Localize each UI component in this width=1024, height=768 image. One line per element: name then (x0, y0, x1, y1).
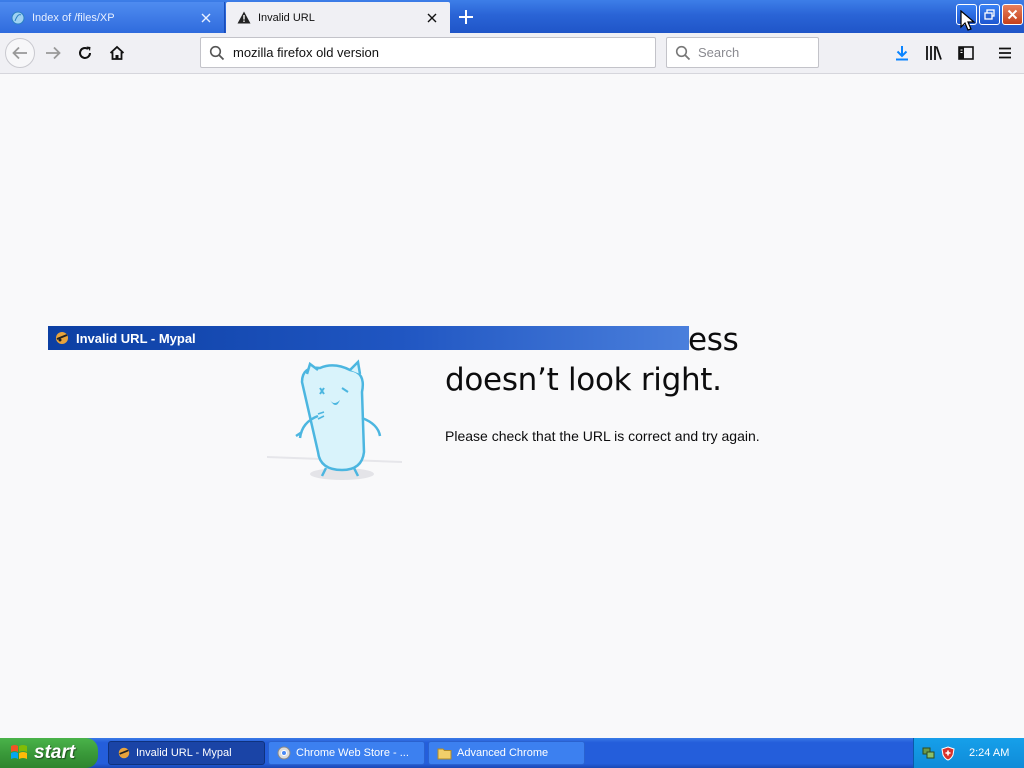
close-window-button[interactable] (1002, 4, 1023, 25)
search-icon (675, 45, 691, 60)
system-tray: 2:24 AM (913, 738, 1024, 768)
start-label: start (34, 742, 76, 763)
close-icon[interactable] (198, 10, 214, 26)
reload-button[interactable] (70, 38, 100, 68)
tab-label: Index of /files/XP (32, 11, 115, 24)
chrome-icon (277, 746, 291, 760)
mypal-icon (56, 332, 68, 344)
error-illustration (262, 352, 412, 487)
tab-invalid-url[interactable]: Invalid URL (226, 2, 450, 33)
arrow-left-icon (12, 46, 27, 60)
error-description: Please check that the URL is correct and… (445, 428, 760, 444)
forward-button[interactable] (38, 38, 68, 68)
back-button[interactable] (5, 38, 35, 68)
download-icon (896, 46, 908, 61)
taskbar-item-mypal[interactable]: Invalid URL - Mypal (108, 741, 265, 765)
library-button[interactable] (923, 42, 945, 64)
window-titlebar: Index of /files/XP Invalid URL (0, 0, 1024, 33)
search-icon (209, 45, 225, 60)
mouse-cursor-icon (960, 10, 976, 31)
navigation-toolbar: mozilla firefox old version Search (0, 33, 1024, 74)
home-button[interactable] (102, 38, 132, 68)
floating-window-title: Invalid URL - Mypal (76, 330, 196, 346)
start-button[interactable]: start (0, 738, 98, 768)
close-icon[interactable] (424, 10, 440, 26)
taskbar-item-advanced-chrome[interactable]: Advanced Chrome (428, 741, 585, 765)
plus-icon (459, 10, 473, 24)
reload-icon (79, 46, 91, 59)
taskbar-item-chrome-web-store[interactable]: Chrome Web Store - ... (268, 741, 425, 765)
tab-label: Invalid URL (258, 11, 315, 24)
mypal-icon (118, 747, 130, 759)
search-placeholder: Search (698, 45, 740, 60)
mypal-icon (10, 10, 26, 26)
home-icon (109, 45, 125, 60)
new-tab-button[interactable] (455, 6, 477, 28)
taskbar-item-label: Invalid URL - Mypal (136, 747, 232, 759)
menu-button[interactable] (994, 42, 1016, 64)
download-button[interactable] (891, 42, 913, 64)
floating-window-titlebar[interactable]: Invalid URL - Mypal (48, 326, 689, 350)
sidebar-button[interactable] (955, 42, 977, 64)
url-text[interactable]: mozilla firefox old version (233, 45, 379, 60)
clock: 2:24 AM (969, 747, 1010, 759)
shield-icon[interactable] (941, 745, 955, 761)
folder-icon (437, 748, 452, 759)
taskbar: start Invalid URL - Mypal Chrome Web Sto… (0, 738, 1024, 768)
library-icon (926, 46, 942, 60)
warning-icon (236, 10, 252, 26)
taskbar-item-label: Advanced Chrome (457, 747, 549, 759)
hamburger-menu-icon (999, 47, 1011, 59)
taskbar-item-label: Chrome Web Store - ... (296, 747, 409, 759)
tab-index-files-xp[interactable]: Index of /files/XP (0, 2, 225, 33)
sidebar-icon (958, 46, 974, 60)
search-bar[interactable]: Search (666, 37, 819, 68)
arrow-right-icon (46, 46, 61, 60)
url-bar[interactable]: mozilla firefox old version (200, 37, 656, 68)
error-title-line: doesn’t look right. (445, 362, 722, 398)
windows-logo-icon (11, 745, 27, 759)
network-icon[interactable] (922, 746, 936, 760)
restore-button[interactable] (979, 4, 1000, 25)
